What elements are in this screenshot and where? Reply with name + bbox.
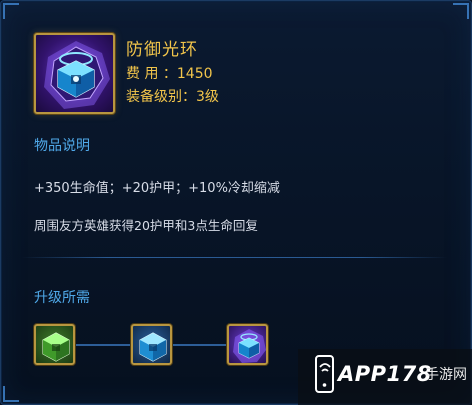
requirement-connector xyxy=(172,344,228,346)
crystal-cube-aura-icon xyxy=(44,41,110,109)
watermark-brand: APP178 xyxy=(338,362,432,386)
item-name: 防御光环 xyxy=(126,40,198,60)
phone-logo-icon xyxy=(315,355,334,393)
green-cube-icon xyxy=(42,332,70,362)
item-level: 装备级别：3级 xyxy=(126,89,219,105)
upgrade-requirements-heading: 升级所需 xyxy=(34,290,90,306)
item-cost: 费 用 ：1450 xyxy=(126,66,213,82)
corner-ornament xyxy=(3,3,19,19)
blue-cube-icon xyxy=(139,332,167,362)
purple-crystal-cube-icon xyxy=(233,329,266,363)
requirement-item-1[interactable] xyxy=(34,324,75,365)
requirement-item-3[interactable] xyxy=(227,324,268,365)
section-divider xyxy=(22,257,447,258)
item-stats: +350生命值；+20护甲；+10%冷却缩减 xyxy=(34,181,280,196)
corner-ornament xyxy=(3,386,19,402)
item-passive: 周围友方英雄获得20护甲和3点生命回复 xyxy=(34,218,258,233)
corner-ornament xyxy=(453,3,469,19)
requirement-connector xyxy=(75,344,132,346)
item-description-heading: 物品说明 xyxy=(34,138,90,154)
requirement-item-2[interactable] xyxy=(131,324,172,365)
item-icon-frame xyxy=(34,33,115,114)
watermark-subtitle: 手游网 xyxy=(425,367,467,383)
